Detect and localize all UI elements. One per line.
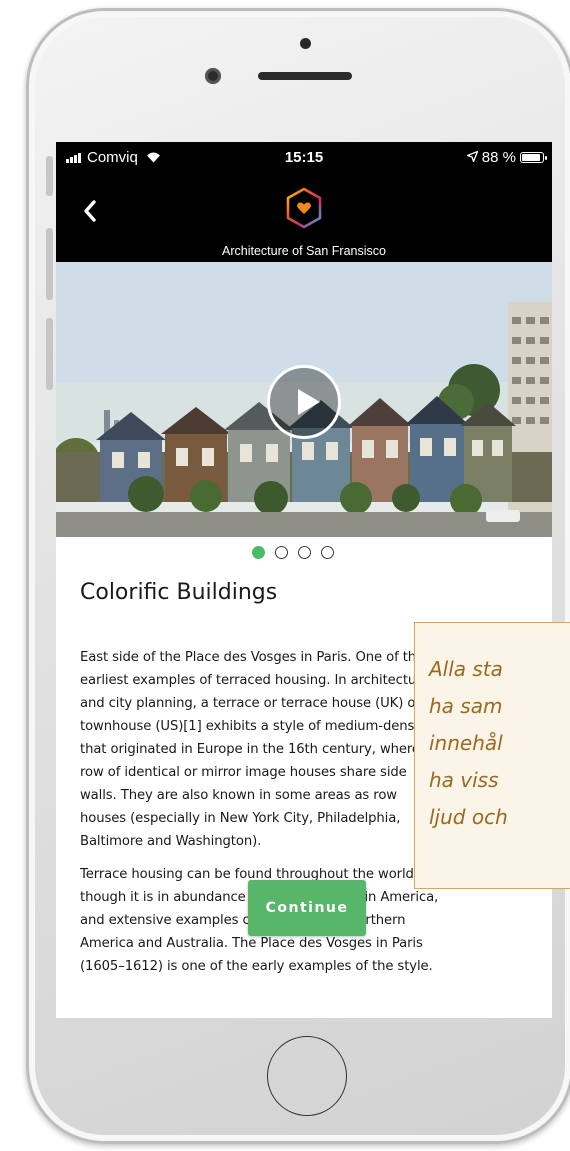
carousel-dot-3[interactable] bbox=[298, 546, 311, 559]
note-line: ha viss bbox=[429, 768, 499, 792]
note-line: Alla sta bbox=[429, 657, 503, 681]
text-line: that originated in Europe in the 16th ce… bbox=[80, 742, 433, 757]
status-right: 88 % bbox=[465, 149, 547, 166]
front-camera bbox=[300, 38, 311, 49]
carousel-dot-1[interactable] bbox=[252, 546, 265, 559]
status-bar: Comviq 15:15 88 % bbox=[56, 142, 552, 172]
text-line: America and Australia. The Place des Vos… bbox=[80, 936, 423, 951]
home-button[interactable] bbox=[267, 1036, 347, 1116]
app-logo-heart-icon bbox=[284, 186, 324, 230]
text-line: East side of the Place des Vosges in Par… bbox=[80, 650, 425, 665]
carousel-dot-2[interactable] bbox=[275, 546, 288, 559]
page-title: Architecture of San Fransisco bbox=[222, 244, 386, 258]
location-arrow-icon bbox=[465, 149, 479, 166]
volume-up-button bbox=[46, 228, 53, 300]
text-line: walls. They are also known in some areas… bbox=[80, 788, 397, 803]
overlay-note-callout: Alla sta ha sam innehål ha viss ljud och bbox=[414, 622, 570, 889]
article-heading: Colorific Buildings bbox=[80, 580, 278, 605]
mute-switch bbox=[46, 156, 53, 196]
volume-down-button bbox=[46, 318, 53, 390]
text-line: earliest examples of terraced housing. I… bbox=[80, 673, 430, 688]
hero-image bbox=[56, 262, 552, 537]
note-line: ljud och bbox=[429, 805, 508, 829]
text-line: houses (especially in New York City, Phi… bbox=[80, 811, 401, 826]
battery-icon bbox=[520, 152, 547, 163]
chevron-left-icon bbox=[84, 200, 96, 222]
note-line: innehål bbox=[429, 731, 503, 755]
text-line: row of identical or mirror image houses … bbox=[80, 765, 407, 780]
text-line: and city planning, a terrace or terrace … bbox=[80, 696, 421, 711]
text-line: (1605–1612) is one of the early examples… bbox=[80, 959, 433, 974]
note-line: ha sam bbox=[429, 694, 503, 718]
note-text: Alla sta ha sam innehål ha viss ljud och bbox=[429, 651, 570, 836]
carousel-dots bbox=[252, 546, 334, 559]
camera-lens bbox=[205, 68, 221, 84]
text-line: Baltimore and Washington). bbox=[80, 834, 262, 849]
back-button[interactable] bbox=[80, 196, 108, 226]
battery-percent: 88 % bbox=[481, 149, 516, 166]
nav-bar: Architecture of San Fransisco bbox=[56, 172, 552, 262]
continue-button[interactable]: Continue bbox=[248, 880, 366, 936]
earpiece-speaker bbox=[258, 72, 352, 80]
carousel-dot-4[interactable] bbox=[321, 546, 334, 559]
play-video-button[interactable] bbox=[267, 365, 341, 439]
